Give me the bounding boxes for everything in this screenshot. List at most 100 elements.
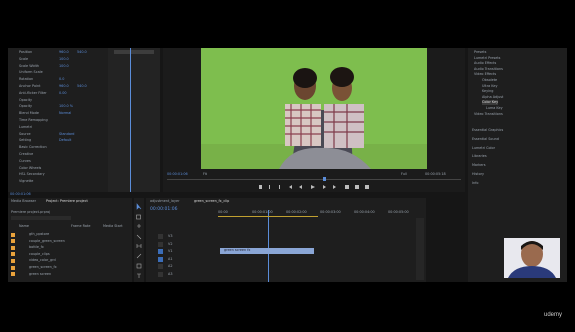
effect-control-value1[interactable]: 100.0 % [59,104,73,109]
effects-tree-item[interactable]: Luma Key [486,106,503,111]
effect-control-value1[interactable]: Normal [59,111,71,116]
effect-control-row[interactable]: Scale 100.0 [11,57,106,62]
effect-control-value1[interactable]: 100.0 [59,64,69,69]
tab-project[interactable]: Project: Premiere project [46,199,88,204]
effect-control-row[interactable]: Color Wheels [11,166,106,171]
effect-control-label: Vignette [19,179,34,184]
effects-tree-item[interactable]: Ultra Key [482,84,497,89]
effect-control-value1[interactable]: 960.0 [59,84,69,89]
program-monitor: 00:00:01:06 Fit Full 00:00:05:18 [163,48,465,192]
project-search-input[interactable] [11,216,71,220]
effect-control-value1[interactable]: 0.0 [59,77,64,82]
effects-tree-item[interactable]: Audio Transitions [474,67,503,72]
project-item[interactable]: gth_ppstore [11,232,129,237]
bottom-letterbox [0,282,575,332]
track-header[interactable]: V3 [158,234,218,239]
panel-section-tab[interactable]: History [472,172,484,177]
quality-dropdown[interactable]: Full [401,172,407,177]
project-item[interactable]: green screen [11,272,129,277]
col-name[interactable]: Name [19,224,29,229]
track-header[interactable]: A3 [158,272,218,277]
effects-tree-item[interactable]: Obsolete [482,78,497,83]
timeline-clip[interactable]: green screen fx [220,248,314,254]
effect-control-row[interactable]: HSL Secondary [11,172,106,177]
in-point-icon [269,185,270,189]
project-item[interactable]: couple_clips [11,252,129,257]
scrub-bar[interactable] [167,179,461,180]
effect-control-label: Anti-flicker Filter [19,90,47,95]
effect-control-row[interactable]: Opacity 100.0 % [11,104,106,109]
effect-control-label: Color Wheels [19,165,42,170]
panel-section-tab[interactable]: Essential Graphics [472,128,503,133]
effect-control-row[interactable]: Opacity [11,98,106,103]
timeline-tab-green[interactable]: green_screen_fx_clip [194,199,229,204]
timeline-tab-adjustment[interactable]: adjustment_layer [150,199,180,204]
track-header[interactable]: V2 [158,241,218,247]
effect-control-row[interactable]: Blend Mode Normal [11,111,106,116]
effect-control-label: Opacity [19,97,33,102]
fit-dropdown[interactable]: Fit [203,172,207,177]
effect-control-row[interactable]: Rotation 0.0 [11,77,106,82]
panel-section-tab[interactable]: Info [472,181,478,186]
effect-control-row[interactable]: Lumetri [11,125,106,130]
bin-color-icon [11,252,15,257]
panel-section-tab[interactable]: Libraries [472,154,487,159]
effects-tree-item[interactable]: Video Effects [474,72,496,77]
effect-control-label: Position [19,50,33,54]
panel-section-tab[interactable]: Lumetri Color [472,146,495,151]
track-target-toggle[interactable] [158,249,163,255]
effect-control-row[interactable]: Position 960.0 540.0 [11,50,106,55]
effect-control-row[interactable]: Source Standard [11,132,106,137]
effect-control-value1[interactable]: Default [59,138,71,143]
project-item[interactable]: bottle_fx [11,245,129,250]
panel-section-tab[interactable]: Essential Sound [472,137,499,142]
panel-section-tab[interactable]: Markers [472,163,486,168]
effects-tree-item[interactable]: Video Transitions [474,112,503,117]
track-target-toggle[interactable] [158,264,163,270]
track-target-toggle[interactable] [158,234,163,239]
project-item[interactable]: video_color_grd [11,258,129,263]
effect-control-value1[interactable]: 960.0 [59,50,69,55]
effect-control-row[interactable]: Basic Correction [11,145,106,150]
track-target-toggle[interactable] [158,241,163,247]
effect-control-value1[interactable]: 100.0 [59,57,69,62]
track-header[interactable]: A2 [158,264,218,270]
effects-tree-item[interactable]: Alpha Adjust [482,95,503,100]
project-item[interactable]: green_screen_fx [11,265,129,270]
ruler-tick-label: 00:00:01:00 [252,210,273,214]
track-target-toggle[interactable] [158,256,163,262]
effect-control-value2[interactable]: 540.0 [77,50,87,55]
track-header[interactable]: A1 [158,256,218,262]
effects-tree-item[interactable]: Color Key [482,100,499,106]
work-area-bar[interactable] [218,216,318,217]
effects-tree-item[interactable]: Audio Effects [474,61,496,66]
track-label: A2 [168,264,173,269]
effects-tree-item[interactable]: Presets [474,50,486,55]
effect-control-row[interactable]: Scale Width 100.0 [11,64,106,69]
effects-tree-item[interactable]: Lumetri Presets [474,56,500,61]
effect-control-row[interactable]: Uniform Scale [11,70,106,75]
track-header[interactable]: V1 [158,249,218,255]
timeline-playhead[interactable] [268,210,269,282]
effect-control-row[interactable]: Curves [11,159,106,164]
effect-control-row[interactable]: Creative [11,152,106,157]
effect-control-value2[interactable]: 540.0 [77,84,87,89]
effect-control-label: HSL Secondary [19,172,45,177]
effects-tree-item[interactable]: Keying [482,89,493,94]
effect-control-row[interactable]: Time Remapping [11,118,106,123]
effect-control-row[interactable]: Vignette [11,179,106,184]
effect-control-row[interactable]: Anti-flicker Filter 0.00 [11,91,106,96]
effect-control-row[interactable]: Anchor Point 960.0 540.0 [11,84,106,89]
project-item[interactable]: couple_green_screen [11,239,129,244]
out-point-icon [279,185,280,189]
col-media-start[interactable]: Media Start [103,224,123,229]
timeline-timecode: 00:00:01:06 [150,207,178,212]
effect-control-value1[interactable]: Standard [59,132,74,137]
track-target-toggle[interactable] [158,272,163,277]
tab-media-browser[interactable]: Media Browser [11,199,36,204]
col-frame-rate[interactable]: Frame Rate [71,224,90,229]
effect-control-value1[interactable]: 0.00 [59,91,67,96]
scrub-playhead[interactable] [323,177,326,181]
playhead-line[interactable] [130,48,131,192]
effect-control-row[interactable]: Setting Default [11,138,106,143]
